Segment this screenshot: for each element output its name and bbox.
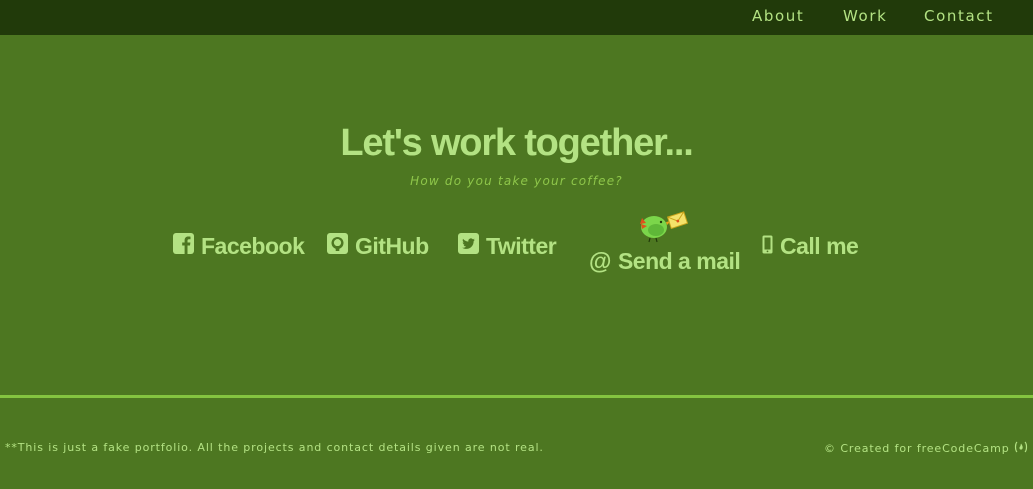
mobile-phone-icon	[762, 233, 773, 260]
facebook-link[interactable]: Facebook	[173, 233, 305, 260]
call-me-link-label: Call me	[780, 233, 859, 259]
footer-credit: © Created for freeCodeCamp	[824, 441, 1028, 455]
footer-credit-prefix: © Created for	[824, 442, 913, 455]
github-link-label: GitHub	[355, 233, 429, 259]
github-square-icon	[327, 233, 348, 260]
twitter-square-icon	[458, 233, 479, 260]
at-icon: @	[589, 248, 611, 274]
navbar: About Work Contact	[0, 0, 1033, 35]
footer-divider	[0, 395, 1033, 398]
nav-link-work[interactable]: Work	[843, 7, 887, 25]
contact-heading: Let's work together...	[340, 122, 693, 164]
bird-with-envelope-icon	[636, 210, 690, 248]
footer-disclaimer: **This is just a fake portfolio. All the…	[5, 441, 544, 454]
send-mail-link-label: Send a mail	[617, 248, 741, 274]
nav-link-contact[interactable]: Contact	[924, 7, 994, 25]
facebook-square-icon	[173, 233, 194, 260]
twitter-link[interactable]: Twitter	[458, 233, 557, 260]
nav-link-about[interactable]: About	[752, 7, 804, 25]
contact-subheading: How do you take your coffee?	[410, 174, 623, 188]
send-mail-link[interactable]: @ Send a mail	[589, 248, 741, 275]
free-code-camp-icon	[1014, 441, 1028, 455]
freecodecamp-link[interactable]: freeCodeCamp	[917, 442, 1010, 455]
facebook-link-label: Facebook	[201, 233, 305, 259]
call-me-link[interactable]: Call me	[762, 233, 859, 260]
twitter-link-label: Twitter	[486, 233, 557, 259]
github-link[interactable]: GitHub	[327, 233, 429, 260]
